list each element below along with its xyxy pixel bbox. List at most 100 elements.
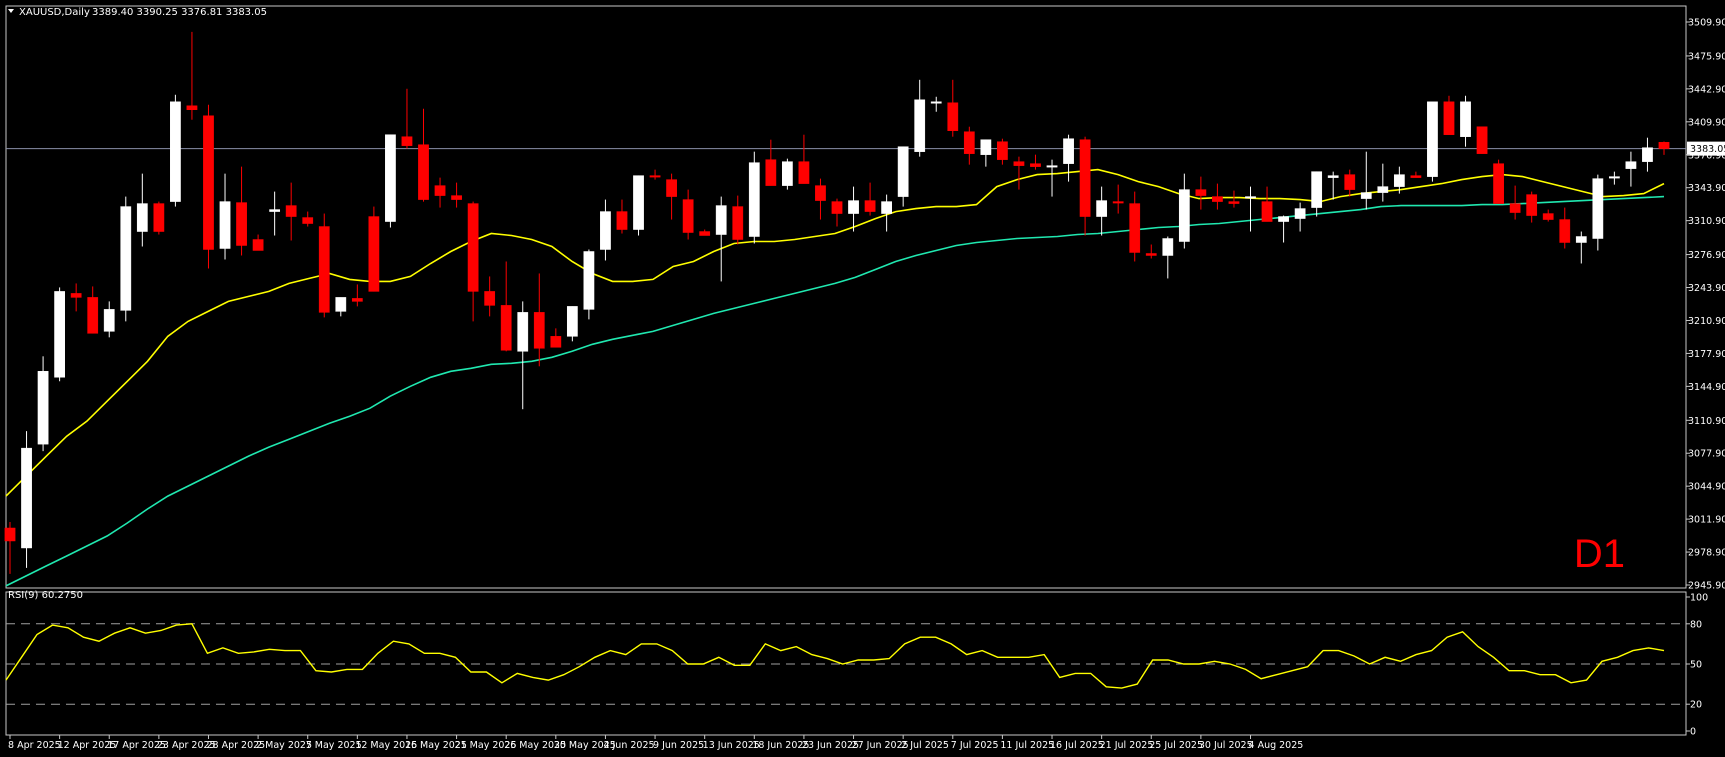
- candle-body: [451, 195, 462, 200]
- y-tick-label: 2945.90: [1688, 581, 1725, 592]
- candle: [467, 201, 479, 322]
- candle: [748, 151, 760, 244]
- candle: [963, 126, 975, 165]
- candle-body: [1609, 176, 1620, 179]
- candle: [1063, 134, 1074, 182]
- candle: [186, 31, 198, 120]
- chart-canvas: 3383.05 100 80 50 20 0 3509.90 3475.90 3442.90…: [4, 5, 1725, 751]
- candle-body: [600, 211, 611, 250]
- candle-body: [748, 162, 760, 237]
- rsi-tick-label: 0: [1690, 727, 1696, 738]
- candle-body: [947, 102, 959, 131]
- candle: [1129, 191, 1141, 262]
- candle: [1526, 191, 1538, 223]
- candle: [831, 198, 843, 227]
- candle-body: [385, 134, 396, 222]
- candle: [914, 79, 926, 157]
- main-panel-border: [5, 5, 1687, 589]
- candle: [1294, 202, 1306, 232]
- candle: [715, 196, 727, 282]
- candle-body: [1493, 163, 1504, 204]
- symbol-label: XAUUSD,Daily: [19, 7, 90, 18]
- candle: [1112, 184, 1124, 214]
- candle-body: [1509, 203, 1521, 213]
- candle-body: [335, 297, 347, 312]
- y-tick-label: 3044.90: [1688, 482, 1725, 493]
- candle-body: [848, 200, 859, 214]
- candle-body: [269, 209, 281, 212]
- candle: [864, 182, 876, 216]
- x-tick-label: 13 Jun 2025: [703, 740, 760, 751]
- candle: [1642, 137, 1653, 172]
- x-tick-label: 4 Aug 2025: [1249, 740, 1304, 751]
- candle-body: [1195, 189, 1207, 196]
- candle-body: [1129, 203, 1141, 253]
- candle: [1311, 171, 1323, 217]
- x-tick-label: 8 Apr 2025: [8, 740, 61, 751]
- candle: [782, 158, 793, 190]
- candle-body: [980, 139, 992, 155]
- ma-slow-line: [5, 195, 1665, 587]
- candle: [1559, 207, 1571, 249]
- candle: [136, 173, 148, 247]
- candle-body: [583, 251, 595, 310]
- candle-body: [1327, 175, 1339, 178]
- candle: [335, 297, 347, 317]
- y-tick-label: 3077.90: [1688, 449, 1725, 460]
- candle-body: [1443, 101, 1455, 135]
- candle: [550, 328, 562, 348]
- candle: [765, 139, 777, 186]
- candle-body: [1526, 194, 1538, 216]
- candle: [980, 139, 992, 167]
- y-tick-label: 3310.90: [1688, 216, 1725, 227]
- candle: [87, 286, 99, 334]
- candle-body: [1212, 196, 1223, 202]
- candle-body: [1344, 174, 1356, 190]
- candle-body: [54, 291, 65, 378]
- candle: [401, 88, 413, 149]
- chart-header[interactable]: XAUUSD,Daily 3389.40 3390.25 3376.81 338…: [8, 7, 267, 18]
- candle-body: [4, 527, 16, 542]
- candle-body: [1245, 196, 1256, 199]
- candle: [1228, 190, 1240, 208]
- candle: [600, 199, 611, 261]
- candle: [533, 273, 545, 367]
- price-axis: 3509.90 3475.90 3442.90 3409.90 3376.90 3343.…: [1686, 18, 1725, 592]
- candle-body: [302, 217, 314, 224]
- candle-body: [434, 185, 446, 196]
- candle: [103, 301, 115, 338]
- candle: [70, 283, 82, 312]
- rsi-tick-label: 80: [1690, 619, 1702, 630]
- candle-body: [1592, 178, 1604, 239]
- candle-body: [87, 297, 99, 334]
- y-tick-label: 3210.90: [1688, 316, 1725, 327]
- candle: [1278, 215, 1289, 243]
- dropdown-triangle-icon[interactable]: [8, 9, 14, 13]
- candle: [1460, 95, 1471, 147]
- candle-body: [1393, 174, 1405, 187]
- candle-body: [285, 205, 297, 217]
- candle-body: [401, 136, 413, 146]
- candle-body: [136, 203, 148, 232]
- y-tick-label: 3442.90: [1688, 84, 1725, 95]
- candle: [1443, 95, 1455, 135]
- candle-body: [1559, 219, 1571, 243]
- candle-body: [963, 131, 975, 154]
- candle-body: [103, 309, 115, 332]
- candle-body: [550, 336, 562, 348]
- candle-body: [1575, 236, 1587, 243]
- candle-body: [815, 185, 826, 201]
- candle: [1079, 136, 1091, 236]
- candle: [1509, 185, 1521, 220]
- y-tick-label: 3376.90: [1688, 150, 1725, 161]
- x-tick-label: 18 Jun 2025: [752, 740, 809, 751]
- candle-body: [1476, 126, 1488, 154]
- candle-body: [120, 206, 132, 311]
- candle-body: [666, 179, 677, 197]
- rsi-title: RSI(9) 60.2750: [8, 590, 83, 601]
- x-tick-label: 27 Jun 2025: [852, 740, 909, 751]
- x-tick-label: 2 May 2025: [256, 740, 312, 751]
- candle-body: [1278, 216, 1289, 222]
- candle: [1145, 244, 1157, 259]
- candle: [947, 79, 959, 137]
